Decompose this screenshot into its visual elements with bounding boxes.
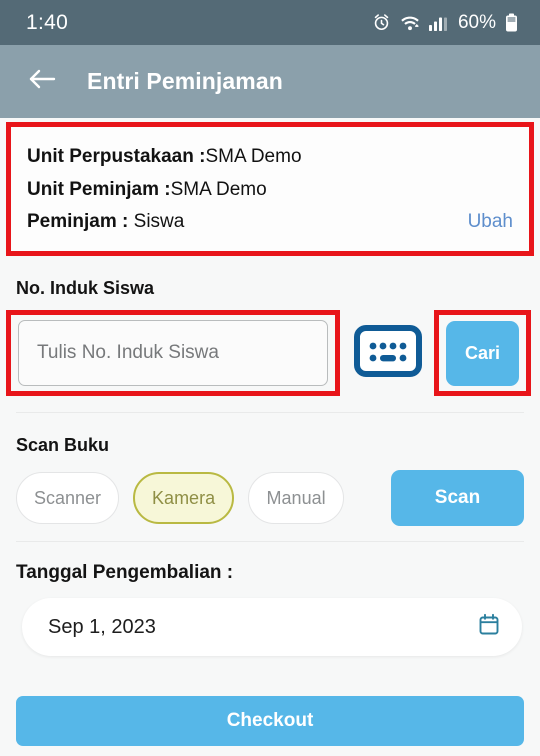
- info-label-borrower-type: Peminjam :: [27, 211, 129, 233]
- return-date-label: Tanggal Pengembalian :: [16, 562, 234, 584]
- info-borrower-type-group: Peminjam : Siswa: [27, 206, 184, 239]
- keyboard-icon: [354, 324, 422, 382]
- info-label-library-unit: Unit Perpustakaan :: [27, 146, 206, 167]
- back-arrow-icon: [27, 66, 57, 97]
- edit-link[interactable]: Ubah: [468, 206, 513, 239]
- student-id-row: Cari: [0, 309, 540, 397]
- info-value-borrower-type: Siswa: [128, 211, 185, 233]
- status-time: 1:40: [26, 10, 69, 34]
- main-content: Unit Perpustakaan : SMA Demo Unit Peminj…: [0, 122, 540, 756]
- student-id-input-annotation: [6, 310, 340, 397]
- back-button[interactable]: [20, 60, 64, 104]
- return-date-value: Sep 1, 2023: [48, 615, 156, 638]
- page-title: Entri Peminjaman: [87, 68, 283, 94]
- status-bar: 1:40 60%: [0, 0, 540, 45]
- student-id-label: No. Induk Siswa: [16, 278, 155, 299]
- scan-option-scanner[interactable]: Scanner: [16, 472, 120, 525]
- return-date-field[interactable]: Sep 1, 2023: [22, 598, 522, 657]
- calendar-icon[interactable]: [478, 613, 500, 641]
- info-label-borrower-unit: Unit Peminjam :: [27, 178, 171, 200]
- borrower-info-card: Unit Perpustakaan : SMA Demo Unit Peminj…: [6, 122, 534, 257]
- scan-button[interactable]: Scan: [391, 470, 524, 527]
- signal-bars-icon: [428, 14, 447, 31]
- info-value-borrower-unit: SMA Demo: [170, 178, 267, 200]
- checkout-button[interactable]: Checkout: [16, 696, 524, 746]
- info-row-borrower-type: Peminjam : Siswa Ubah: [27, 206, 513, 239]
- battery-percent-label: 60%: [457, 11, 496, 33]
- search-button-annotation: Cari: [434, 310, 531, 397]
- alarm-clock-icon: [372, 13, 391, 32]
- student-id-input[interactable]: [18, 320, 328, 387]
- scan-options-row: Scanner Kamera Manual Scan: [0, 470, 540, 527]
- scan-option-kamera[interactable]: Kamera: [133, 472, 235, 525]
- info-row-borrower-unit: Unit Peminjam : SMA Demo: [27, 174, 513, 207]
- search-button[interactable]: Cari: [446, 320, 519, 386]
- status-indicators: 60%: [372, 12, 518, 34]
- scan-option-manual[interactable]: Manual: [248, 472, 345, 525]
- info-row-library-unit: Unit Perpustakaan : SMA Demo: [27, 141, 513, 174]
- keyboard-button[interactable]: [352, 324, 424, 382]
- info-value-library-unit: SMA Demo: [205, 146, 302, 167]
- app-bar: Entri Peminjaman: [0, 45, 540, 118]
- wifi-icon: [400, 14, 420, 32]
- scan-book-label: Scan Buku: [16, 435, 110, 456]
- battery-icon: [505, 13, 518, 32]
